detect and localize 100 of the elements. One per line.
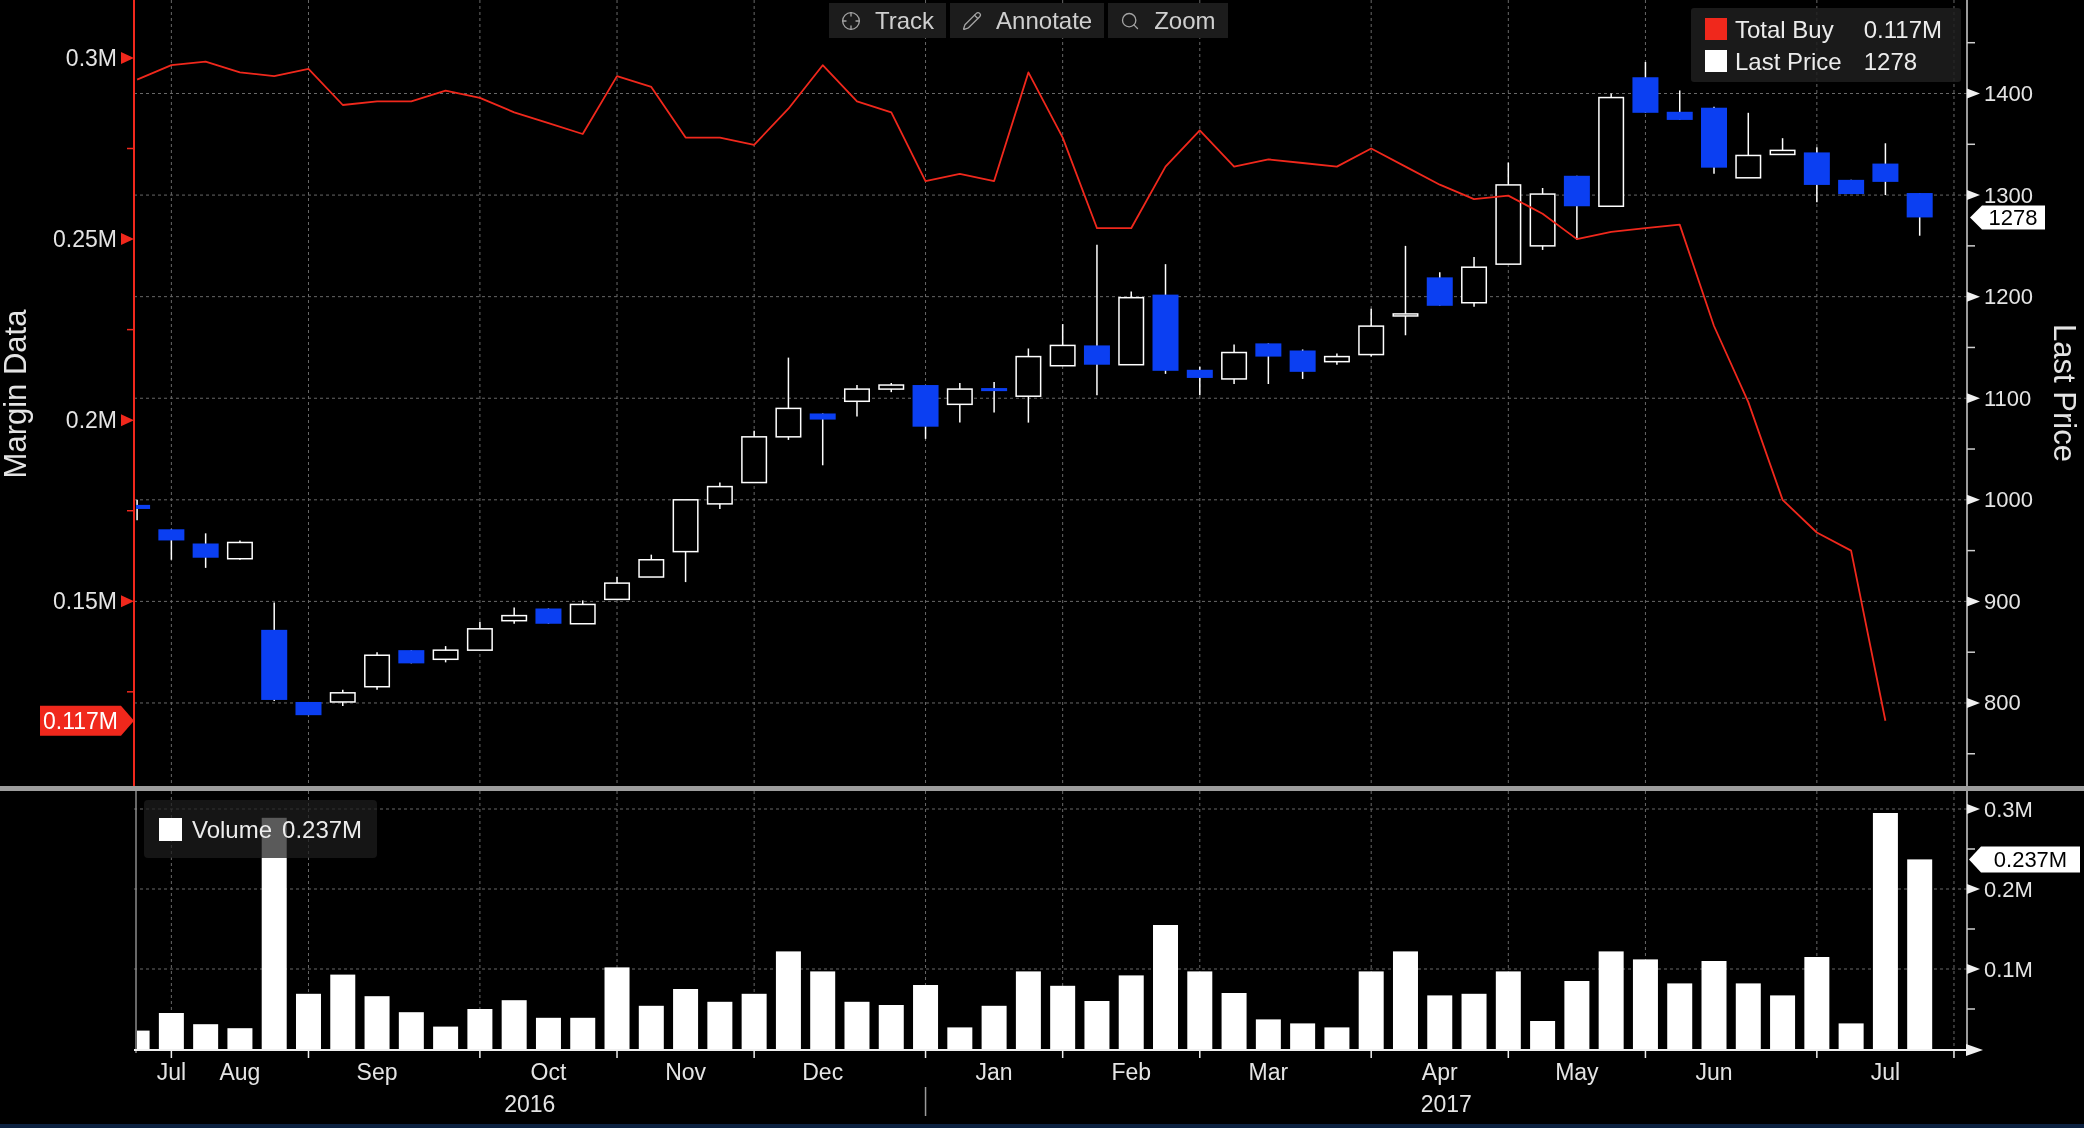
year-label: 2016 [504,1091,556,1117]
axis-tick-label: 800 [1984,690,2021,716]
month-label: Mar [1248,1059,1289,1085]
value-badge: 0.117M [40,705,134,736]
candlestick [844,384,870,418]
month-label: Jul [156,1059,187,1085]
axis-tick-label: 0.2M [1984,876,2033,902]
candlestick [1323,352,1350,366]
candlestick [329,689,356,707]
axis-title: Margin Data [0,309,33,479]
candlestick [912,384,939,440]
year-label: 2017 [1420,1091,1472,1117]
candlestick [569,599,596,625]
volume-bar [1221,993,1247,1049]
candlestick [1221,343,1248,385]
toolbar-button[interactable]: Annotate [950,3,1105,38]
candlestick [1186,366,1213,396]
candlestick [1769,137,1796,156]
volume-bar [1461,993,1487,1049]
candlestick [1461,256,1488,308]
axis-title: Last Price [2046,324,2082,462]
axis-tick-label: 1200 [1984,284,2033,310]
axis-tick-label: 0.3M [65,44,117,71]
candlestick [1255,342,1282,385]
volume-bar [1324,1027,1350,1049]
volume-bar [193,1024,219,1049]
candlestick [364,651,391,691]
volume-bar [1667,983,1693,1049]
legend-value: 0.237M [282,814,363,844]
month-label: Jun [1695,1059,1733,1085]
candlestick [226,539,253,561]
candlestick [946,382,973,424]
candlestick [1289,348,1316,380]
candlestick [192,532,219,569]
volume-bar [364,996,390,1049]
candlestick [1735,112,1762,179]
volume-bar [741,993,767,1049]
candlestick [809,412,836,467]
volume-bar [296,993,321,1049]
month-label: Jul [1870,1059,1901,1085]
candlestick [981,381,1008,414]
candlestick [604,576,630,601]
volume-bar [1770,995,1796,1049]
volume-bar [398,1012,424,1049]
axis-tick-label: 1100 [1984,385,2032,411]
volume-bar [913,985,939,1049]
volume-bar [1838,1023,1864,1049]
candlestick [466,620,493,651]
month-label: May [1555,1059,1599,1085]
volume-bar [433,1026,459,1049]
axis-tick-label: 0.2M [65,407,117,434]
candlestick [1563,175,1590,241]
candlestick [1872,142,1899,196]
volume-bar [1564,981,1590,1049]
volume-bar [1735,983,1761,1049]
candlestick [398,649,425,665]
month-label: Aug [219,1059,261,1085]
month-label: Nov [665,1059,707,1085]
axis-tick-label: 0.1M [1984,956,2033,982]
candlestick [432,645,459,664]
month-label: Oct [530,1059,567,1085]
month-label: Feb [1111,1059,1152,1085]
axis-tick-label: 0.25M [53,226,117,253]
candlestick [706,481,733,510]
volume-bar [1530,1021,1556,1049]
volume-bar [947,1027,973,1049]
volume-bar [844,1001,870,1049]
volume-bar [570,1017,596,1049]
month-label: Dec [802,1059,844,1085]
candlestick [1632,61,1659,114]
legend-label: Last Price [1735,46,1842,76]
candlestick [1803,146,1830,203]
volume-bar [501,1000,527,1049]
search-icon [1120,10,1141,31]
volume-bar [638,1005,664,1049]
candlestick [1529,187,1556,251]
volume-bar [1084,1001,1110,1049]
legend-value: 1278 [1862,46,1919,76]
candlestick [158,528,185,561]
candlestick [295,701,322,716]
month-label: Apr [1421,1059,1458,1085]
volume-bar [467,1009,493,1049]
toolbar-button[interactable]: Track [829,3,947,38]
crosshair-icon [841,10,861,31]
volume-bar [535,1017,561,1049]
candlestick [741,430,768,484]
volume-bar [1427,995,1453,1049]
candlestick [1838,179,1865,195]
volume-bar [137,1030,150,1049]
legend-label: Total Buy [1735,14,1835,44]
axis-tick-label: 0.3M [1984,796,2033,822]
toolbar-button[interactable]: Zoom [1108,3,1228,38]
volume-bar [1290,1023,1316,1049]
candlestick [1906,192,1933,237]
candlestick [1426,271,1453,307]
volume-bar [1255,1019,1281,1049]
candlestick [1358,308,1385,358]
value-badge: 1278 [1970,204,2045,230]
legend-label: Volume [192,814,273,844]
volume-bar [878,1005,904,1049]
